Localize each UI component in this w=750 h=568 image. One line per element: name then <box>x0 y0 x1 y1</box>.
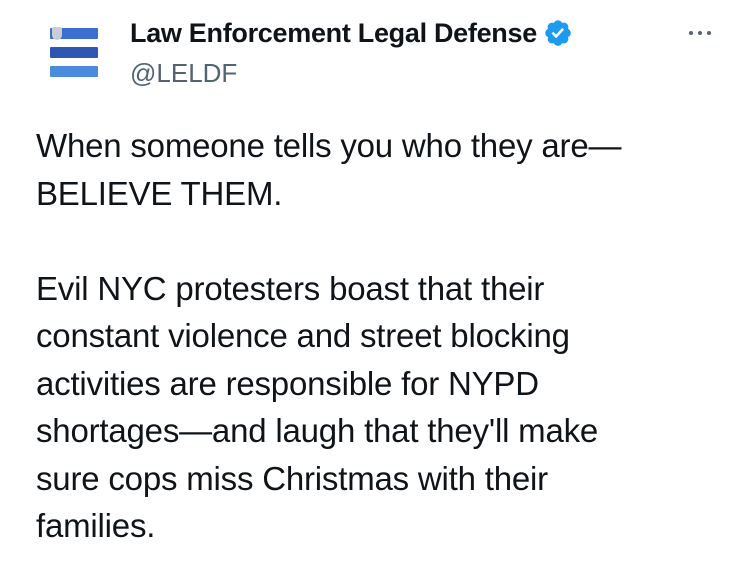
author-display-name[interactable]: Law Enforcement Legal Defense <box>130 18 537 49</box>
tweet-header: Law Enforcement Legal Defense @LELDF <box>130 14 670 90</box>
tweet-paragraph: Evil NYC protesters boast that their con… <box>36 269 599 545</box>
more-options-button[interactable] <box>680 18 720 48</box>
verified-badge-icon[interactable] <box>543 18 573 48</box>
tweet-paragraph: When someone tells you who they are— BEL… <box>36 127 622 212</box>
tweet-text: When someone tells you who they are— BEL… <box>36 122 726 550</box>
badge-icon <box>52 27 62 40</box>
more-horizontal-icon <box>698 31 702 35</box>
more-horizontal-icon <box>689 31 693 35</box>
more-horizontal-icon <box>707 31 711 35</box>
avatar-stripe <box>50 66 98 77</box>
avatar-stripe <box>50 47 98 58</box>
author-name-row: Law Enforcement Legal Defense <box>130 14 670 52</box>
avatar[interactable] <box>44 22 104 82</box>
author-handle[interactable]: @LELDF <box>130 56 670 90</box>
tweet-card: Law Enforcement Legal Defense @LELDF Whe… <box>0 0 750 568</box>
